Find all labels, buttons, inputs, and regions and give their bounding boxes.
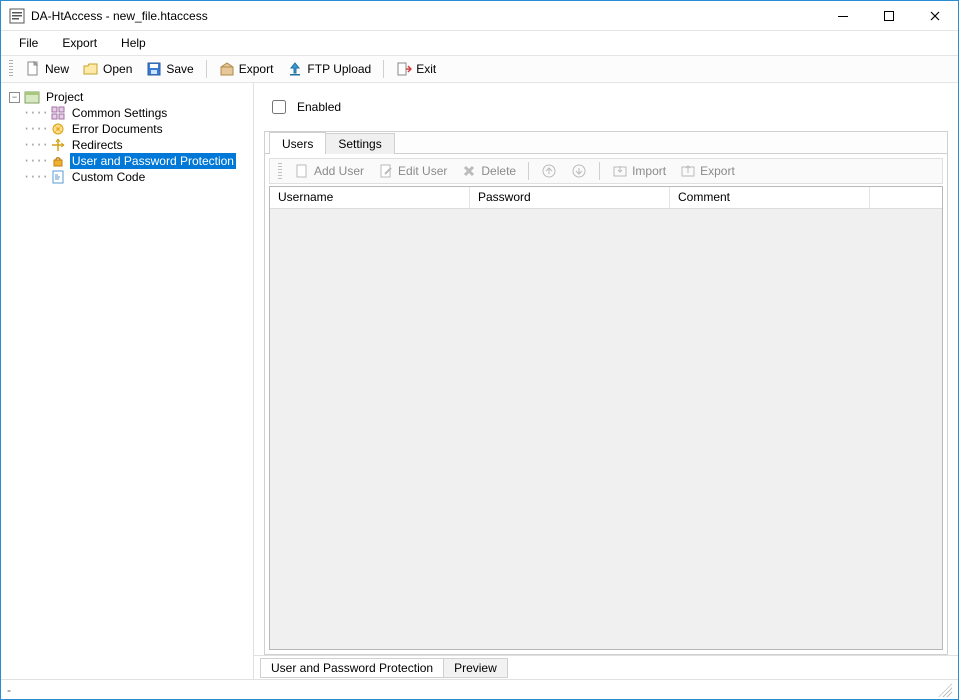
toolbar-separator bbox=[528, 162, 529, 180]
status-bar: - bbox=[1, 679, 958, 699]
tree-item-user-password-protection[interactable]: ···· User and Password Protection bbox=[9, 153, 253, 169]
title-bar: DA-HtAccess - new_file.htaccess bbox=[1, 1, 958, 31]
tree-root-label: Project bbox=[44, 89, 85, 105]
arrow-down-icon bbox=[571, 163, 587, 179]
new-button[interactable]: New bbox=[19, 59, 75, 79]
tree-item-error-documents[interactable]: ···· Error Documents bbox=[9, 121, 253, 137]
enabled-checkbox-row[interactable]: Enabled bbox=[268, 97, 948, 117]
lock-icon bbox=[50, 153, 66, 169]
edit-user-button[interactable]: Edit User bbox=[372, 161, 453, 181]
bottom-tabs: User and Password Protection Preview bbox=[254, 655, 958, 679]
column-username[interactable]: Username bbox=[270, 187, 470, 208]
import-icon bbox=[612, 163, 628, 179]
minimize-button[interactable] bbox=[820, 1, 866, 30]
tab-strip: Users Settings bbox=[265, 132, 947, 154]
column-comment[interactable]: Comment bbox=[670, 187, 870, 208]
upload-arrow-icon bbox=[287, 61, 303, 77]
main-area: − Project ···· Common Settings ···· Erro… bbox=[1, 83, 958, 679]
maximize-button[interactable] bbox=[866, 1, 912, 30]
tree-root[interactable]: − Project bbox=[9, 89, 253, 105]
resize-grip[interactable] bbox=[938, 683, 952, 697]
ftp-upload-label: FTP Upload bbox=[307, 62, 371, 76]
users-settings-tabset: Users Settings Add User Edi bbox=[264, 131, 948, 655]
save-button[interactable]: Save bbox=[140, 59, 199, 79]
users-toolbar: Add User Edit User Delete bbox=[269, 158, 943, 184]
save-label: Save bbox=[166, 62, 193, 76]
tree-item-label: Custom Code bbox=[70, 169, 147, 185]
code-file-icon bbox=[50, 169, 66, 185]
enabled-label: Enabled bbox=[297, 100, 341, 114]
toolbar-separator bbox=[383, 60, 384, 78]
move-up-button[interactable] bbox=[535, 161, 563, 181]
tab-body: Add User Edit User Delete bbox=[265, 153, 947, 654]
toolbar-grip bbox=[9, 60, 13, 78]
settings-grid-icon bbox=[50, 105, 66, 121]
close-button[interactable] bbox=[912, 1, 958, 30]
enabled-checkbox[interactable] bbox=[272, 100, 286, 114]
window-controls bbox=[820, 1, 958, 30]
content-pane: Enabled Users Settings Add User bbox=[254, 83, 958, 679]
move-down-button[interactable] bbox=[565, 161, 593, 181]
import-button[interactable]: Import bbox=[606, 161, 672, 181]
grid-header: Username Password Comment bbox=[270, 187, 942, 209]
ftp-upload-button[interactable]: FTP Upload bbox=[281, 59, 377, 79]
project-tree[interactable]: − Project ···· Common Settings ···· Erro… bbox=[1, 83, 254, 679]
edit-file-icon bbox=[378, 163, 394, 179]
toolbar-grip bbox=[278, 163, 282, 179]
open-button[interactable]: Open bbox=[77, 59, 138, 79]
delete-user-button[interactable]: Delete bbox=[455, 161, 522, 181]
main-toolbar: New Open Save Export FTP Upload Exit bbox=[1, 55, 958, 83]
tab-preview[interactable]: Preview bbox=[443, 658, 508, 678]
tab-settings[interactable]: Settings bbox=[325, 133, 394, 154]
app-icon bbox=[9, 8, 25, 24]
tree-item-redirects[interactable]: ···· Redirects bbox=[9, 137, 253, 153]
column-password[interactable]: Password bbox=[470, 187, 670, 208]
toolbar-separator bbox=[206, 60, 207, 78]
menu-file[interactable]: File bbox=[9, 33, 48, 53]
new-file-icon bbox=[294, 163, 310, 179]
grid-body[interactable] bbox=[270, 209, 942, 649]
toolbar-separator bbox=[599, 162, 600, 180]
collapse-icon[interactable]: − bbox=[9, 92, 20, 103]
delete-icon bbox=[461, 163, 477, 179]
menu-bar: File Export Help bbox=[1, 31, 958, 55]
status-text: - bbox=[7, 683, 11, 697]
tree-item-label: User and Password Protection bbox=[70, 153, 236, 169]
export-icon bbox=[680, 163, 696, 179]
exit-icon bbox=[396, 61, 412, 77]
tab-users[interactable]: Users bbox=[269, 132, 326, 154]
window-title: DA-HtAccess - new_file.htaccess bbox=[31, 9, 820, 23]
open-folder-icon bbox=[83, 61, 99, 77]
tree-item-label: Redirects bbox=[70, 137, 125, 153]
add-user-button[interactable]: Add User bbox=[288, 161, 370, 181]
export-button[interactable]: Export bbox=[213, 59, 280, 79]
tree-item-custom-code[interactable]: ···· Custom Code bbox=[9, 169, 253, 185]
column-spacer bbox=[870, 187, 942, 208]
app-window: DA-HtAccess - new_file.htaccess File Exp… bbox=[0, 0, 959, 700]
menu-export[interactable]: Export bbox=[52, 33, 107, 53]
new-file-icon bbox=[25, 61, 41, 77]
save-icon bbox=[146, 61, 162, 77]
redirect-icon bbox=[50, 137, 66, 153]
tree-item-common-settings[interactable]: ···· Common Settings bbox=[9, 105, 253, 121]
tree-item-label: Error Documents bbox=[70, 121, 165, 137]
exit-button[interactable]: Exit bbox=[390, 59, 442, 79]
project-icon bbox=[24, 89, 40, 105]
tab-user-password-protection[interactable]: User and Password Protection bbox=[260, 658, 444, 678]
exit-label: Exit bbox=[416, 62, 436, 76]
users-grid[interactable]: Username Password Comment bbox=[269, 186, 943, 650]
new-label: New bbox=[45, 62, 69, 76]
export-box-icon bbox=[219, 61, 235, 77]
export-users-button[interactable]: Export bbox=[674, 161, 741, 181]
arrow-up-icon bbox=[541, 163, 557, 179]
tree-item-label: Common Settings bbox=[70, 105, 169, 121]
export-label: Export bbox=[239, 62, 274, 76]
open-label: Open bbox=[103, 62, 132, 76]
menu-help[interactable]: Help bbox=[111, 33, 156, 53]
warning-icon bbox=[50, 121, 66, 137]
